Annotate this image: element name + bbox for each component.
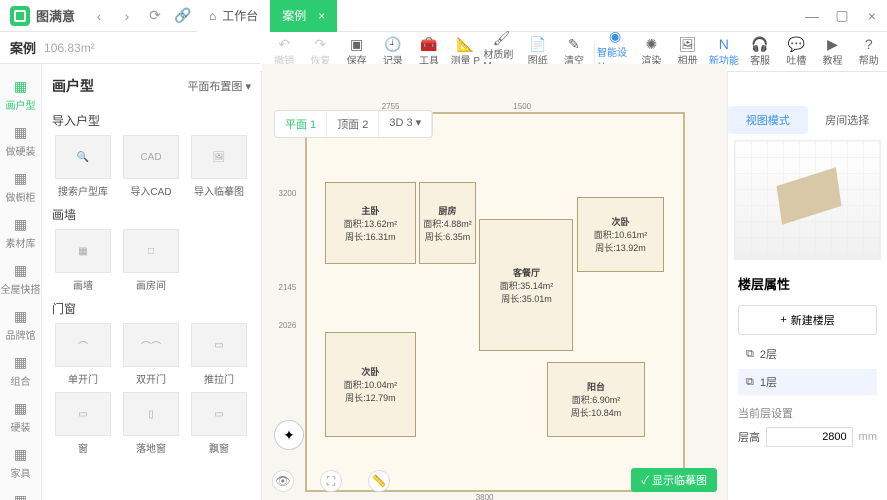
view-tab-平面 1[interactable]: 平面 1 [275,111,327,137]
right-panel: 视图模式房间选择 楼层属性 + 新建楼层 ⧉2层⧉1层 当前层设置 层高 mm [727,64,887,500]
project-name: 案例 [10,38,36,57]
close-tab-icon[interactable]: × [318,9,325,23]
card-双开门[interactable]: ⌒⌒双开门 [120,323,182,386]
panel-title: 画户型 [52,76,94,96]
layout-dropdown[interactable]: 平面布置图 ▾ [187,78,251,94]
rail-做橱柜[interactable]: ▦做橱柜 [0,164,42,210]
floor-props-title: 楼层属性 [728,266,887,301]
card-导入CAD[interactable]: CAD导入CAD [120,135,182,198]
app-logo: 图满意 [0,6,85,26]
right-panel-tabs: 视图模式房间选择 [728,106,887,134]
floor-height-field: 层高 mm [738,427,877,447]
tab-case-label: 案例 [282,7,306,24]
tab-case[interactable]: 案例 × [270,0,337,32]
layers-icon: ⧉ [746,348,754,361]
eye-toggle-button[interactable]: 👁 [272,470,294,492]
layers-icon: ⧉ [746,376,754,389]
tool-帮助[interactable]: ?帮助 [851,33,887,71]
maximize-button[interactable]: ▢ [827,0,857,32]
tab-workspace-label: 工作台 [222,7,258,24]
canvas-area[interactable]: 平面 1顶面 23D 3 ▾ 2755 1500 3200 2145 2026 … [262,64,727,500]
floor-height-unit: mm [859,431,877,443]
card-搜索户型库[interactable]: 🔍搜索户型库 [52,135,114,198]
new-floor-label: 新建楼层 [791,312,835,328]
card-单开门[interactable]: ⌒单开门 [52,323,114,386]
floor-height-label: 层高 [738,429,760,445]
dim-left-2: 2145 [279,283,297,292]
link-button[interactable]: 🔗 [169,2,197,30]
room-次卧[interactable]: 次卧面积:10.61m²周长:13.92m [577,197,663,272]
floor-2层[interactable]: ⧉2层 [738,341,877,367]
dim-left-1: 3200 [279,189,297,198]
back-button[interactable]: ‹ [85,2,113,30]
tool-客服[interactable]: 🎧客服 [742,33,778,71]
plus-icon: + [780,314,786,326]
show-trace-toggle[interactable]: ✓ 显示临摹图 [631,468,717,492]
room-次卧[interactable]: 次卧面积:10.04m²周长:12.79m [325,332,415,437]
room-主卧[interactable]: 主卧面积:13.62m²周长:16.31m [325,182,415,265]
rail-厨卫[interactable]: ▦厨卫 [0,486,42,500]
section-门窗: 门窗 [52,300,251,317]
title-bar: 图满意 ‹ › ⟳ 🔗 ⌂ 工作台 案例 × — ▢ × [0,0,887,32]
card-窗[interactable]: ▭窗 [52,392,114,455]
card-导入临摹图[interactable]: 🖼导入临摹图 [188,135,250,198]
section-导入户型: 导入户型 [52,112,251,129]
room-客餐厅[interactable]: 客餐厅面积:35.14m²周长:35.01m [479,219,573,351]
rail-做硬装[interactable]: ▦做硬装 [0,118,42,164]
compass-icon[interactable]: ✦ [274,420,304,450]
show-trace-label: 显示临摹图 [652,475,707,487]
floorplan-view[interactable]: 2755 1500 3200 2145 2026 3800 主卧面积:13.62… [262,104,727,500]
side-rail: ▦画户型▦做硬装▦做橱柜▦素材库▦全屋快搭▦品牌馆▦组合▦硬装▦家具▦厨卫▦灯饰… [0,64,42,500]
window-controls: — ▢ × [797,0,887,32]
forward-button[interactable]: › [113,2,141,30]
dim-left-3: 2026 [279,321,297,330]
card-飘窗[interactable]: ▭飘窗 [188,392,250,455]
right-tab-房间选择[interactable]: 房间选择 [808,106,887,134]
close-button[interactable]: × [857,0,887,32]
rail-硬装[interactable]: ▦硬装 [0,394,42,440]
canvas-view-tabs: 平面 1顶面 23D 3 ▾ [274,110,433,138]
rail-画户型[interactable]: ▦画户型 [0,72,42,118]
new-floor-button[interactable]: + 新建楼层 [738,305,877,335]
logo-icon [10,6,30,26]
refresh-button[interactable]: ⟳ [141,2,169,30]
view-tab-3D 3 ▾[interactable]: 3D 3 ▾ [379,111,432,137]
rail-品牌馆[interactable]: ▦品牌馆 [0,302,42,348]
card-落地窗[interactable]: ▯落地窗 [120,392,182,455]
rail-全屋快搭[interactable]: ▦全屋快搭 [0,256,42,302]
ruler-button[interactable]: 📏 [368,470,390,492]
room-阳台[interactable]: 阳台面积:6.90m²周长:10.84m [547,362,645,437]
view-tab-顶面 2[interactable]: 顶面 2 [327,111,379,137]
floor-1层[interactable]: ⧉1层 [738,369,877,395]
tab-workspace[interactable]: ⌂ 工作台 [197,0,270,32]
rail-组合[interactable]: ▦组合 [0,348,42,394]
floorplan-box[interactable]: 2755 1500 3200 2145 2026 3800 主卧面积:13.62… [305,112,685,492]
dim-top-2: 1500 [513,102,531,111]
project-area: 106.83m² [44,41,95,55]
preview-3d[interactable] [734,140,881,260]
fit-screen-button[interactable]: ⛶ [320,470,342,492]
floor-height-input[interactable] [766,427,853,447]
rail-素材库[interactable]: ▦素材库 [0,210,42,256]
right-tab-视图模式[interactable]: 视图模式 [728,106,808,134]
card-画房间[interactable]: □画房间 [120,229,182,292]
dim-bottom-1: 3800 [476,493,494,500]
room-厨房[interactable]: 厨房面积:4.88m²周长:6.35m [419,182,475,265]
home-icon: ⌂ [209,9,216,23]
rail-家具[interactable]: ▦家具 [0,440,42,486]
check-icon: ✓ [641,475,649,487]
minimize-button[interactable]: — [797,0,827,32]
current-floor-settings-title: 当前层设置 [728,397,887,423]
side-panel: 画户型 平面布置图 ▾ 导入户型 🔍搜索户型库CAD导入CAD🖼导入临摹图画墙 ▦画… [42,64,262,500]
tool-教程[interactable]: ▶教程 [814,33,850,71]
canvas-bottom-tools: 👁 ⛶ 📏 [272,470,390,492]
app-name: 图满意 [36,6,75,25]
card-推拉门[interactable]: ▭推拉门 [188,323,250,386]
tool-吐槽[interactable]: 💬吐槽 [778,33,814,71]
section-画墙: 画墙 [52,206,251,223]
card-画墙[interactable]: ▦画墙 [52,229,114,292]
